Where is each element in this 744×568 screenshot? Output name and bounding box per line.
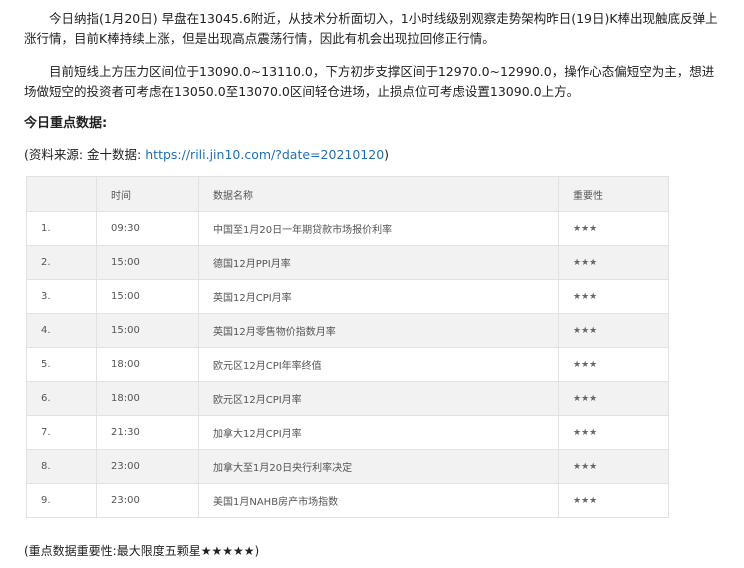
row-index: 4. <box>26 313 97 348</box>
table-row: 8. 23:00 加拿大至1月20日央行利率决定 ★★★ <box>26 449 669 484</box>
row-importance: ★★★ <box>558 449 669 484</box>
row-importance: ★★★ <box>558 313 669 348</box>
row-index: 6. <box>26 381 97 416</box>
row-index: 8. <box>26 449 97 484</box>
table-header-row: 时间 数据名称 重要性 <box>26 176 669 212</box>
row-importance: ★★★ <box>558 211 669 246</box>
table-row: 5. 18:00 欧元区12月CPI年率终值 ★★★ <box>26 347 669 382</box>
row-data-name: 欧元区12月CPI年率终值 <box>198 347 559 382</box>
row-time: 23:00 <box>96 483 199 518</box>
importance-note: (重点数据重要性:最大限度五颗星★★★★★) <box>24 544 260 558</box>
header-importance: 重要性 <box>558 176 669 212</box>
header-index <box>26 176 97 212</box>
row-importance: ★★★ <box>558 415 669 450</box>
row-data-name: 欧元区12月CPI月率 <box>198 381 559 416</box>
table-row: 2. 15:00 德国12月PPI月率 ★★★ <box>26 245 669 280</box>
table-row: 7. 21:30 加拿大12月CPI月率 ★★★ <box>26 415 669 450</box>
row-time: 15:00 <box>96 313 199 348</box>
analysis-paragraph-1: 今日纳指(1月20日) 早盘在13045.6附近，从技术分析面切入，1小时线级别… <box>24 11 718 46</box>
row-index: 7. <box>26 415 97 450</box>
row-time: 23:00 <box>96 449 199 484</box>
row-data-name: 英国12月CPI月率 <box>198 279 559 314</box>
row-time: 21:30 <box>96 415 199 450</box>
header-data-name: 数据名称 <box>198 176 559 212</box>
source-link[interactable]: https://rili.jin10.com/?date=20210120 <box>145 147 384 162</box>
table-row: 4. 15:00 英国12月零售物价指数月率 ★★★ <box>26 313 669 348</box>
row-time: 18:00 <box>96 347 199 382</box>
row-data-name: 加拿大12月CPI月率 <box>198 415 559 450</box>
row-data-name: 德国12月PPI月率 <box>198 245 559 280</box>
row-data-name: 美国1月NAHB房产市场指数 <box>198 483 559 518</box>
table-row: 6. 18:00 欧元区12月CPI月率 ★★★ <box>26 381 669 416</box>
source-prefix: (资料来源: 金十数据: <box>24 147 146 162</box>
row-index: 5. <box>26 347 97 382</box>
row-data-name: 英国12月零售物价指数月率 <box>198 313 559 348</box>
row-data-name: 中国至1月20日一年期贷款市场报价利率 <box>198 211 559 246</box>
row-time: 15:00 <box>96 245 199 280</box>
economic-calendar-table: 时间 数据名称 重要性 1. 09:30 中国至1月20日一年期贷款市场报价利率… <box>26 176 669 518</box>
row-data-name: 加拿大至1月20日央行利率决定 <box>198 449 559 484</box>
row-importance: ★★★ <box>558 279 669 314</box>
table-row: 3. 15:00 英国12月CPI月率 ★★★ <box>26 279 669 314</box>
row-index: 9. <box>26 483 97 518</box>
table-row: 1. 09:30 中国至1月20日一年期贷款市场报价利率 ★★★ <box>26 211 669 246</box>
row-time: 15:00 <box>96 279 199 314</box>
row-index: 3. <box>26 279 97 314</box>
key-data-heading: 今日重点数据: <box>24 116 108 131</box>
analysis-paragraph-2: 目前短线上方压力区间位于13090.0~13110.0，下方初步支撑区间于129… <box>24 64 715 99</box>
row-index: 2. <box>26 245 97 280</box>
table-row: 9. 23:00 美国1月NAHB房产市场指数 ★★★ <box>26 483 669 518</box>
row-time: 18:00 <box>96 381 199 416</box>
row-time: 09:30 <box>96 211 199 246</box>
row-importance: ★★★ <box>558 381 669 416</box>
row-importance: ★★★ <box>558 245 669 280</box>
row-importance: ★★★ <box>558 347 669 382</box>
header-time: 时间 <box>96 176 199 212</box>
row-importance: ★★★ <box>558 483 669 518</box>
source-suffix: ) <box>384 147 390 162</box>
source-line: (资料来源: 金十数据: https://rili.jin10.com/?dat… <box>24 144 389 163</box>
row-index: 1. <box>26 211 97 246</box>
